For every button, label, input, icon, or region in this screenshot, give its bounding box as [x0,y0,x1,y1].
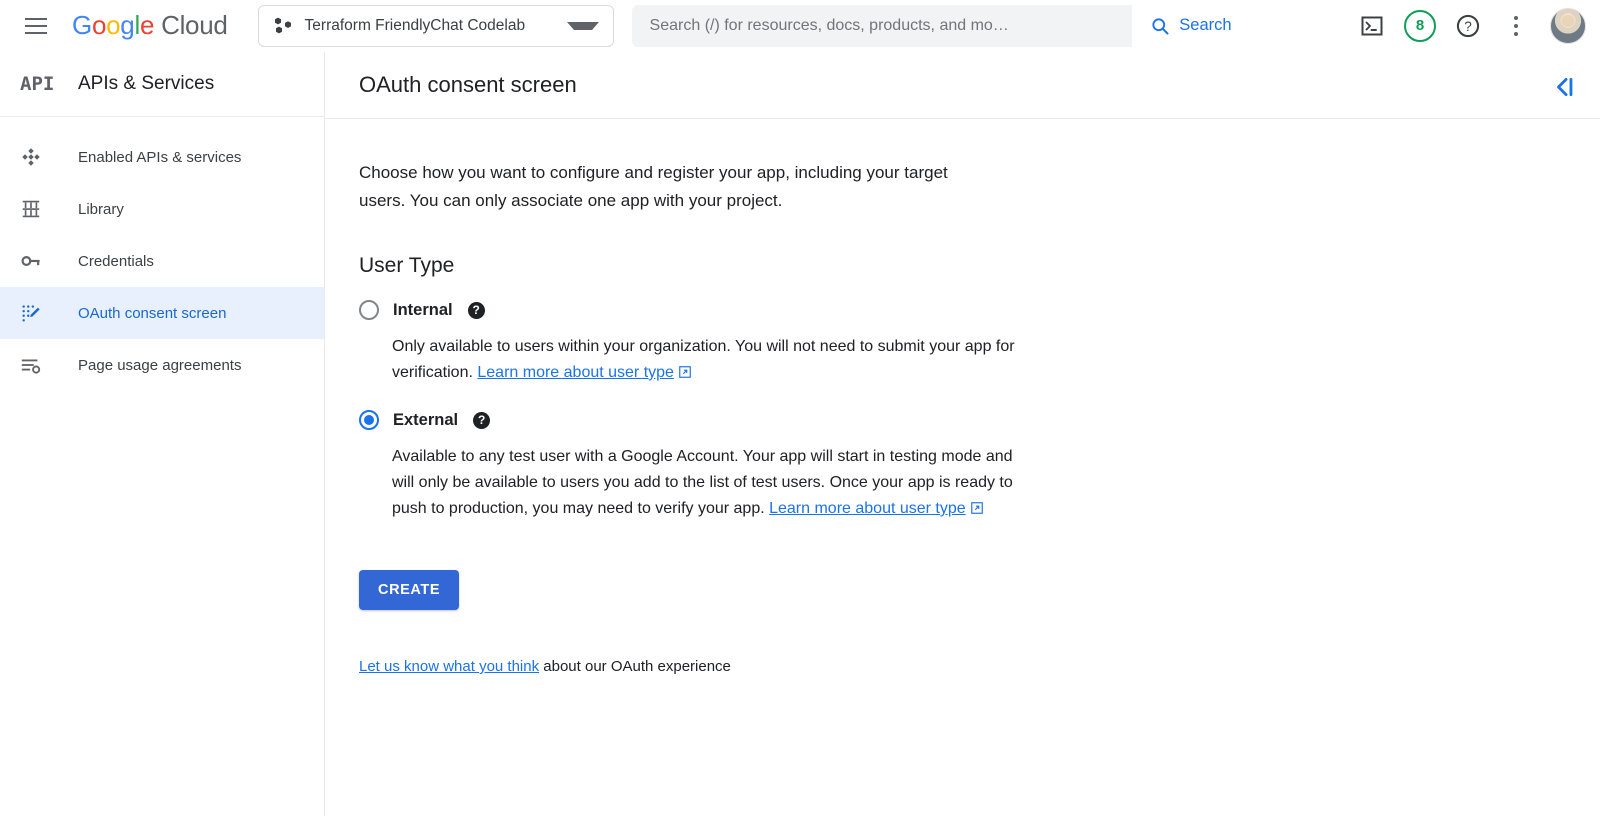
sidebar-item-list: Enabled APIs & services Library [0,117,324,391]
logo-letter: e [140,10,154,40]
user-type-heading: User Type [359,254,1600,278]
sidebar-item-label: Credentials [78,253,154,270]
main-content: OAuth consent screen Choose how you want… [325,52,1600,816]
internal-description: Only available to users within your orga… [392,334,1027,388]
google-cloud-logo[interactable]: GoogleCloud [72,10,228,41]
sidebar-item-label: Enabled APIs & services [78,149,241,166]
collapse-panel-icon[interactable] [1552,74,1578,100]
sidebar-item-page-usage-agreements[interactable]: Page usage agreements [0,339,324,391]
feedback-text: Let us know what you think about our OAu… [359,658,1600,675]
search-input[interactable] [632,5,1133,47]
radio-external-label: External [393,411,458,430]
feedback-rest: about our OAuth experience [539,658,731,675]
sidebar-item-label: Page usage agreements [78,357,241,374]
enabled-apis-icon [20,146,60,168]
kebab-dot [1514,16,1518,20]
project-selector[interactable]: Terraform FriendlyChat Codelab [258,5,614,47]
search-button-label: Search [1179,16,1231,35]
search-bar[interactable]: Search [632,5,1254,47]
cloud-shell-button[interactable] [1350,4,1394,48]
kebab-dot [1514,24,1518,28]
help-icon[interactable]: ? [468,302,485,319]
terminal-icon [1360,14,1384,38]
page-title: OAuth consent screen [359,72,577,98]
page-header: OAuth consent screen [325,52,1600,118]
hamburger-line [25,25,47,27]
hamburger-menu-icon[interactable] [12,2,60,50]
kebab-menu-icon [1514,16,1518,36]
help-circle-icon: ? [1455,13,1481,39]
sidebar-item-label: Library [78,201,124,218]
user-type-option-external[interactable]: External ? [359,410,1600,430]
logo-letter: G [72,10,92,40]
logo-cloud-word: Cloud [161,10,227,40]
create-button[interactable]: CREATE [359,570,459,610]
page-usage-agreements-icon [20,354,60,376]
radio-external[interactable] [359,410,379,430]
sidebar-item-label: OAuth consent screen [78,305,226,322]
cloud-project-icon [273,16,293,36]
oauth-consent-icon [20,302,60,324]
hamburger-line [25,32,47,34]
notifications-button[interactable]: 8 [1398,4,1442,48]
api-logo: API [20,73,60,95]
logo-letter: o [106,10,120,40]
user-type-option-internal[interactable]: Internal ? [359,300,1600,320]
radio-internal[interactable] [359,300,379,320]
search-icon [1150,16,1170,36]
left-navigation: API APIs & Services Enabled APIs & servi… [0,52,325,816]
sidebar-item-credentials[interactable]: Credentials [0,235,324,287]
logo-letter: g [120,10,134,40]
notifications-circle-icon: 8 [1404,10,1436,42]
library-icon [20,198,60,220]
more-options-button[interactable] [1494,4,1538,48]
svg-text:?: ? [1464,18,1472,33]
sidebar-title: APIs & Services [78,73,214,95]
search-button[interactable]: Search [1132,5,1253,47]
chevron-down-icon[interactable] [567,22,599,30]
kebab-dot [1514,32,1518,36]
key-icon [20,250,60,272]
external-link-icon[interactable] [678,362,692,388]
sidebar-item-oauth-consent-screen[interactable]: OAuth consent screen [0,287,324,339]
learn-more-about-user-type-link[interactable]: Learn more about user type [769,500,966,517]
logo-letter: o [92,10,106,40]
notifications-count: 8 [1416,17,1424,34]
sidebar-header: API APIs & Services [0,52,324,117]
sidebar-item-enabled-apis[interactable]: Enabled APIs & services [0,131,324,183]
help-icon[interactable]: ? [473,412,490,429]
top-app-bar: GoogleCloud Terraform FriendlyChat Codel… [0,0,1600,52]
avatar[interactable] [1550,8,1586,44]
radio-internal-label: Internal [393,301,453,320]
external-description: Available to any test user with a Google… [392,444,1027,524]
learn-more-about-user-type-link[interactable]: Learn more about user type [477,364,674,381]
feedback-link[interactable]: Let us know what you think [359,658,539,675]
top-bar-actions: 8 ? [1350,4,1600,48]
help-button[interactable]: ? [1446,4,1490,48]
hamburger-line [25,18,47,20]
project-name: Terraform FriendlyChat Codelab [305,17,526,35]
intro-text: Choose how you want to configure and reg… [359,159,984,215]
sidebar-item-library[interactable]: Library [0,183,324,235]
oauth-consent-form: Choose how you want to configure and reg… [325,119,1600,675]
external-link-icon[interactable] [970,498,984,524]
